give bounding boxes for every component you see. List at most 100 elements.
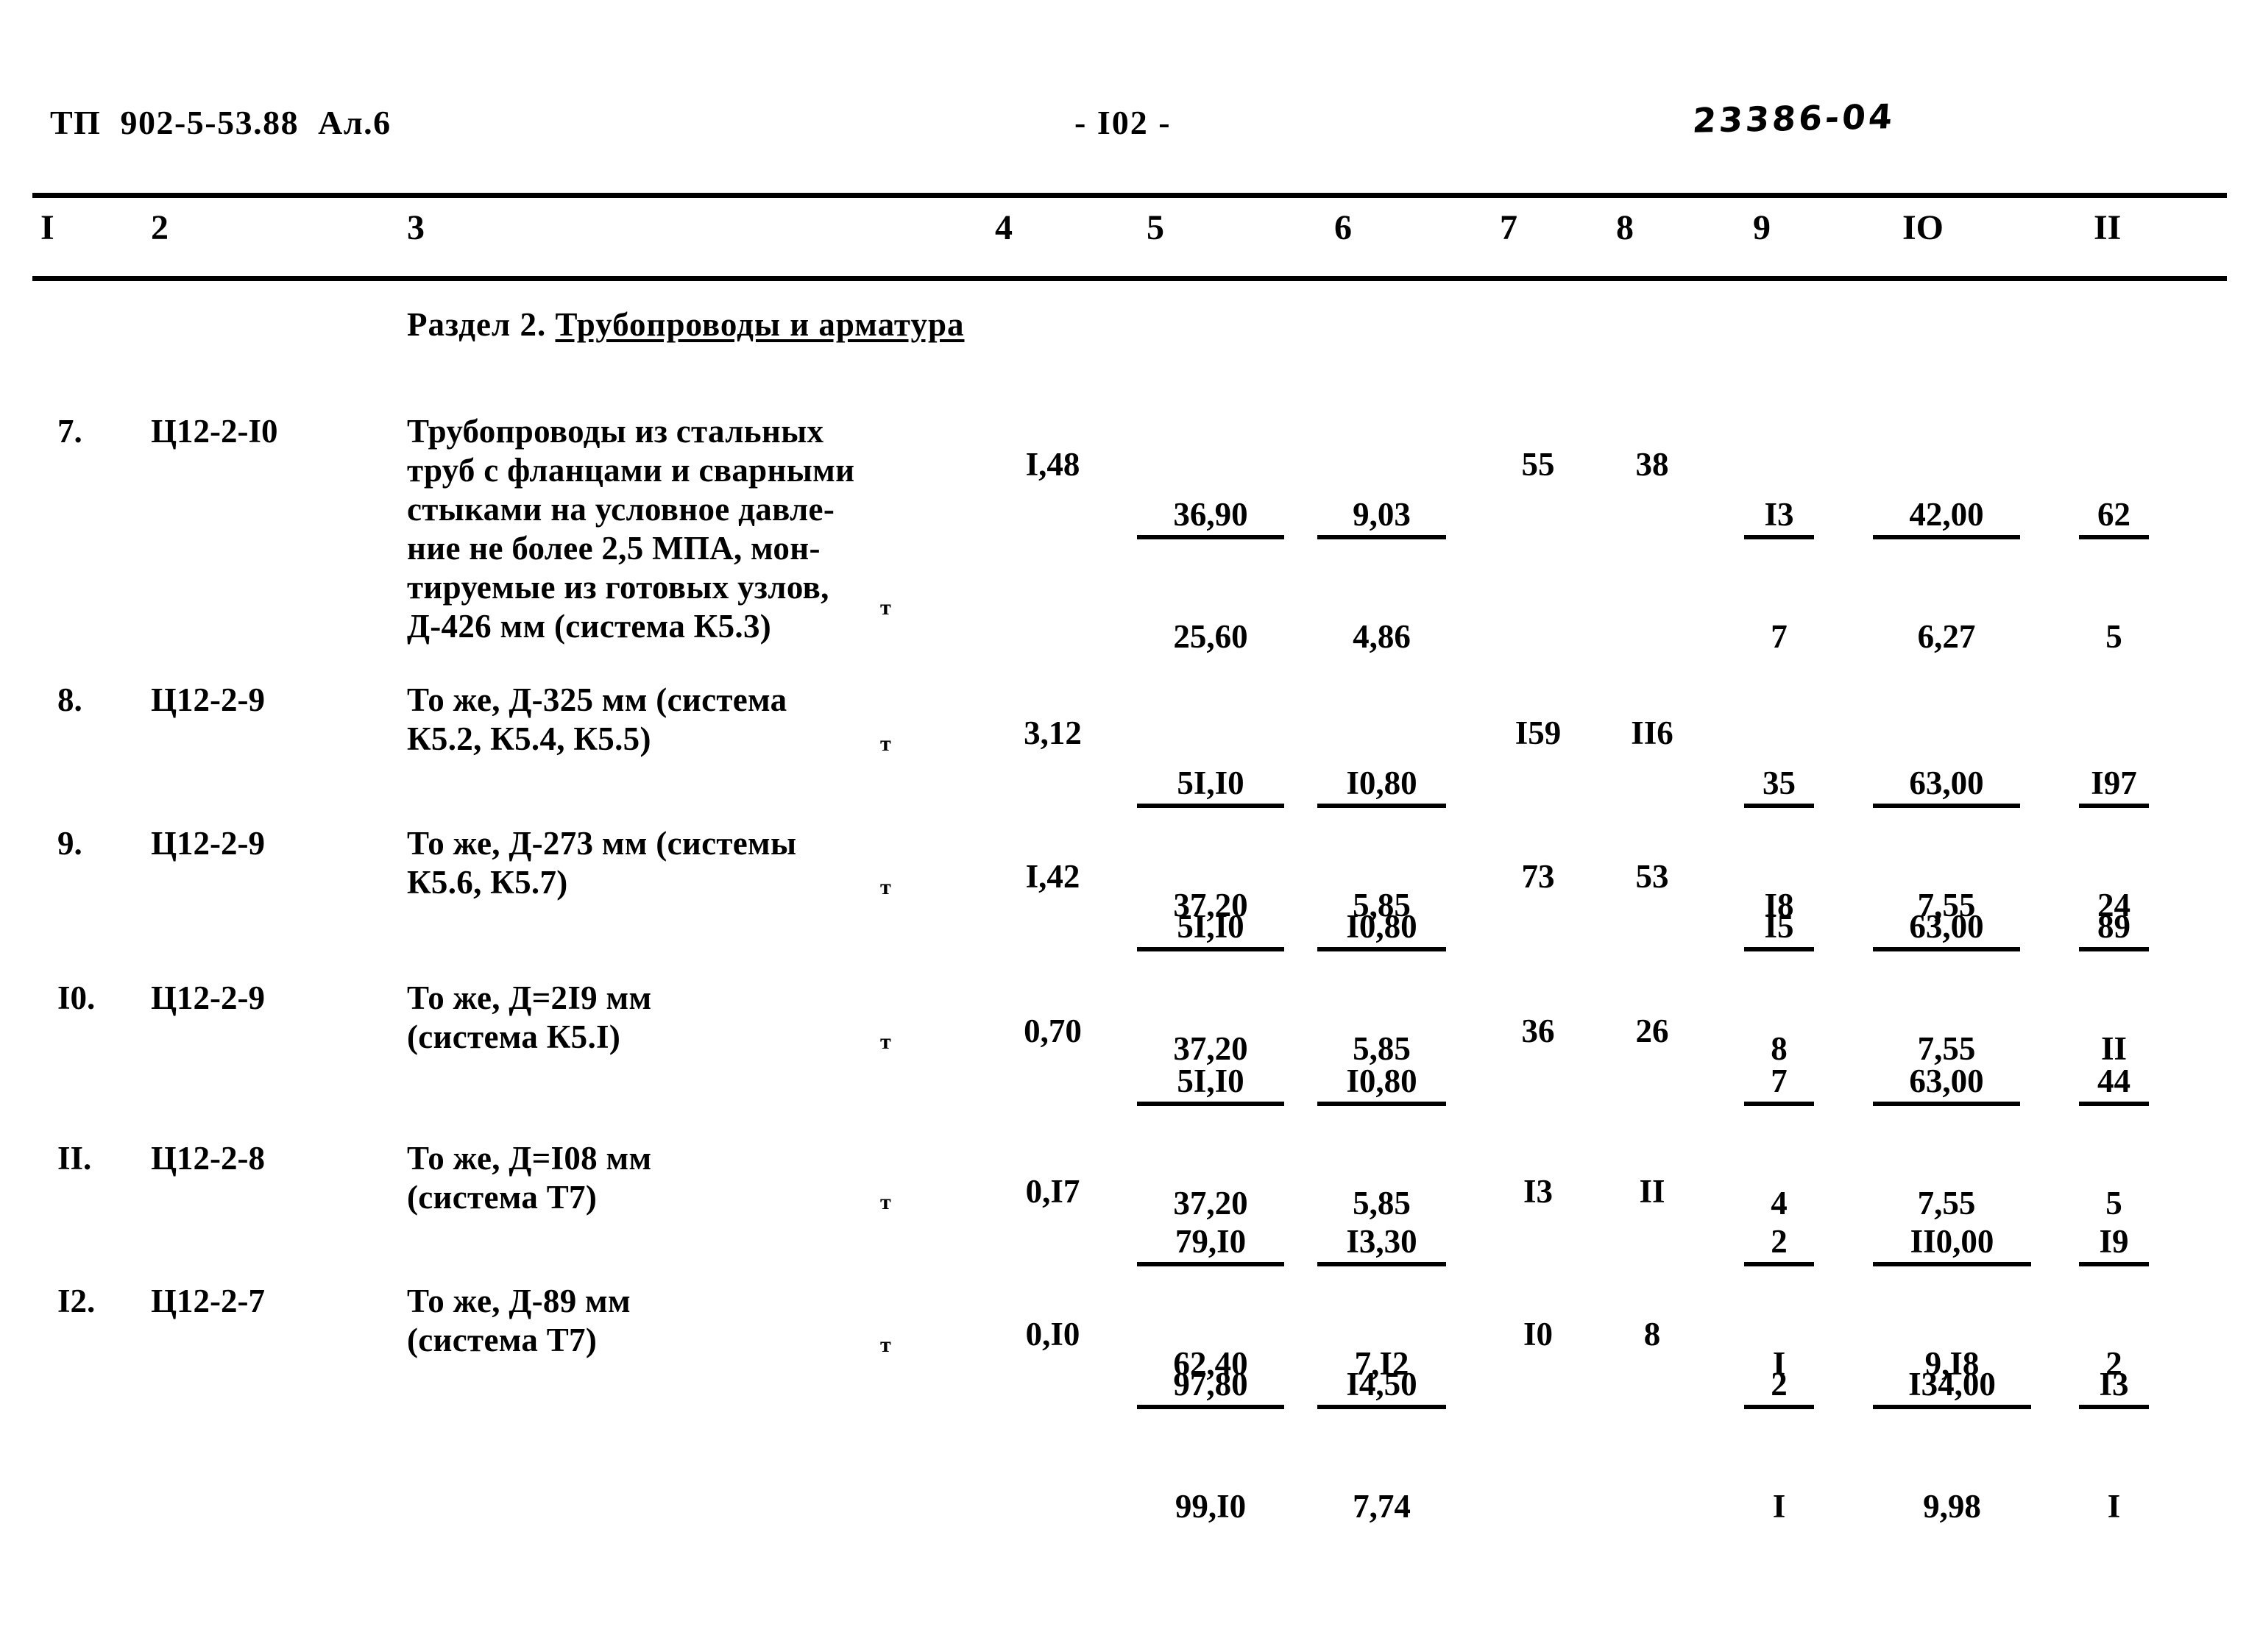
- cell-col6-numerator: I0,80: [1317, 1063, 1446, 1107]
- row-norm-code: Ц12-2-9: [151, 681, 265, 718]
- cell-col6-numerator: I3,30: [1317, 1223, 1446, 1267]
- row-description: То же, Д=I08 мм (система Т7): [407, 1140, 652, 1216]
- row-description: То же, Д-273 мм (системы К5.6, К5.7): [407, 825, 797, 901]
- cell-col4: 3,12: [1024, 715, 1082, 751]
- column-number-10: IO: [1902, 208, 1944, 247]
- cell-col5-numerator: 36,90: [1137, 496, 1284, 540]
- cell-col9-numerator: 2: [1744, 1366, 1814, 1410]
- cell-col10-numerator: I34,00: [1873, 1366, 2031, 1410]
- cell-col10-numerator: 63,00: [1873, 1063, 2020, 1107]
- cell-col7: 55: [1521, 446, 1555, 483]
- cell-col6-numerator: I0,80: [1317, 908, 1446, 952]
- section-title-subject: Трубопроводы и арматура: [555, 306, 965, 343]
- cell-col9-numerator: 7: [1744, 1063, 1814, 1107]
- row-unit: т: [880, 731, 891, 756]
- column-number-1: I: [40, 208, 54, 247]
- cell-col11-numerator: I97: [2079, 765, 2149, 809]
- cell-col9: I3 7: [1744, 419, 1814, 732]
- cell-col5-numerator: 79,I0: [1137, 1223, 1284, 1267]
- row-description: То же, Д-325 мм (система К5.2, К5.4, К5.…: [407, 681, 787, 758]
- cell-col11-denominator: 5: [2105, 617, 2122, 655]
- cell-col9-denominator: I: [1772, 1487, 1786, 1525]
- cell-col10-numerator: 63,00: [1873, 765, 2020, 809]
- cell-col6-denominator: 7,74: [1353, 1487, 1411, 1525]
- row-norm-code: Ц12-2-9: [151, 825, 265, 862]
- row-number: 9.: [57, 825, 82, 862]
- cell-col6: 9,03 4,86: [1317, 419, 1446, 732]
- cell-col4: 0,I7: [1025, 1173, 1080, 1210]
- cell-col7: I0: [1523, 1316, 1553, 1353]
- row-number: I0.: [57, 979, 96, 1016]
- cell-col8: II6: [1631, 715, 1673, 751]
- cell-col11-denominator: I: [2107, 1487, 2121, 1525]
- section-title: Раздел 2. Трубопроводы и арматура: [407, 305, 964, 344]
- cell-col10: I34,00 9,98: [1873, 1289, 2031, 1602]
- table-column-number-row: I 2 3 4 5 6 7 8 9 IO II: [0, 208, 2260, 271]
- column-number-5: 5: [1147, 208, 1164, 247]
- cell-col10-numerator: II0,00: [1873, 1223, 2031, 1267]
- cell-col10-numerator: 42,00: [1873, 496, 2020, 540]
- cell-col9: 2 I: [1744, 1289, 1814, 1602]
- row-norm-code: Ц12-2-9: [151, 979, 265, 1016]
- document-code: ТП 902-5-53.88 Ал.6: [50, 104, 392, 141]
- cell-col6-numerator: 9,03: [1317, 496, 1446, 540]
- row-description: То же, Д-89 мм (система Т7): [407, 1283, 631, 1359]
- cell-col4: I,48: [1025, 446, 1080, 483]
- row-norm-code: Ц12-2-I0: [151, 413, 278, 450]
- cell-col4: I,42: [1025, 858, 1080, 895]
- cell-col8: II: [1639, 1173, 1665, 1210]
- cell-col9-numerator: I5: [1744, 908, 1814, 952]
- cell-col5-numerator: 97,80: [1137, 1366, 1284, 1410]
- row-number: 8.: [57, 681, 82, 718]
- cell-col5: 36,90 25,60: [1137, 419, 1284, 732]
- cell-col4: 0,I0: [1025, 1316, 1080, 1353]
- cell-col6-numerator: I0,80: [1317, 765, 1446, 809]
- cell-col8: 53: [1635, 858, 1669, 895]
- cell-col11-numerator: 89: [2079, 908, 2149, 952]
- column-number-9: 9: [1753, 208, 1771, 247]
- cell-col10-numerator: 63,00: [1873, 908, 2020, 952]
- cell-col7: 73: [1521, 858, 1555, 895]
- cell-col11-numerator: I9: [2079, 1223, 2149, 1267]
- cell-col9-numerator: 35: [1744, 765, 1814, 809]
- cell-col11: I3 I: [2079, 1289, 2149, 1602]
- row-number: I2.: [57, 1283, 96, 1319]
- handwritten-archive-code: 23386-04: [1691, 96, 1896, 141]
- row-unit: т: [880, 1333, 891, 1357]
- cell-col11-numerator: 62: [2079, 496, 2149, 540]
- cell-col6-numerator: I4,50: [1317, 1366, 1446, 1410]
- cell-col10-denominator: 6,27: [1917, 617, 1976, 655]
- column-number-3: 3: [407, 208, 425, 247]
- cell-col5-numerator: 5I,I0: [1137, 765, 1284, 809]
- row-unit: т: [880, 1190, 891, 1214]
- row-norm-code: Ц12-2-7: [151, 1283, 265, 1319]
- cell-col7: I59: [1515, 715, 1562, 751]
- cell-col9-numerator: 2: [1744, 1223, 1814, 1267]
- page-header: ТП 902-5-53.88 Ал.6 - I02 - 23386-04: [0, 96, 2260, 169]
- cell-col10-denominator: 9,98: [1923, 1487, 1981, 1525]
- cell-col6-denominator: 4,86: [1353, 617, 1411, 655]
- cell-col7: I3: [1523, 1173, 1553, 1210]
- cell-col10: 42,00 6,27: [1873, 419, 2020, 732]
- cell-col8: 8: [1643, 1316, 1661, 1353]
- column-number-8: 8: [1616, 208, 1634, 247]
- table-top-rule: [32, 193, 2227, 198]
- cell-col9-numerator: I3: [1744, 496, 1814, 540]
- column-number-7: 7: [1500, 208, 1517, 247]
- row-norm-code: Ц12-2-8: [151, 1140, 265, 1177]
- column-number-2: 2: [151, 208, 169, 247]
- cell-col5-numerator: 5I,I0: [1137, 908, 1284, 952]
- table-header-bottom-rule: [32, 276, 2227, 281]
- cell-col11-numerator: 44: [2079, 1063, 2149, 1107]
- row-unit: т: [880, 1029, 891, 1054]
- column-number-6: 6: [1334, 208, 1352, 247]
- section-title-prefix: Раздел 2.: [407, 306, 556, 343]
- cell-col11: 62 5: [2079, 419, 2149, 732]
- cell-col4: 0,70: [1024, 1013, 1082, 1049]
- row-number: 7.: [57, 413, 82, 450]
- cell-col8: 38: [1635, 446, 1669, 483]
- cell-col5-denominator: 99,I0: [1175, 1487, 1247, 1525]
- cell-col11-numerator: I3: [2079, 1366, 2149, 1410]
- column-number-4: 4: [995, 208, 1013, 247]
- column-number-11: II: [2094, 208, 2122, 247]
